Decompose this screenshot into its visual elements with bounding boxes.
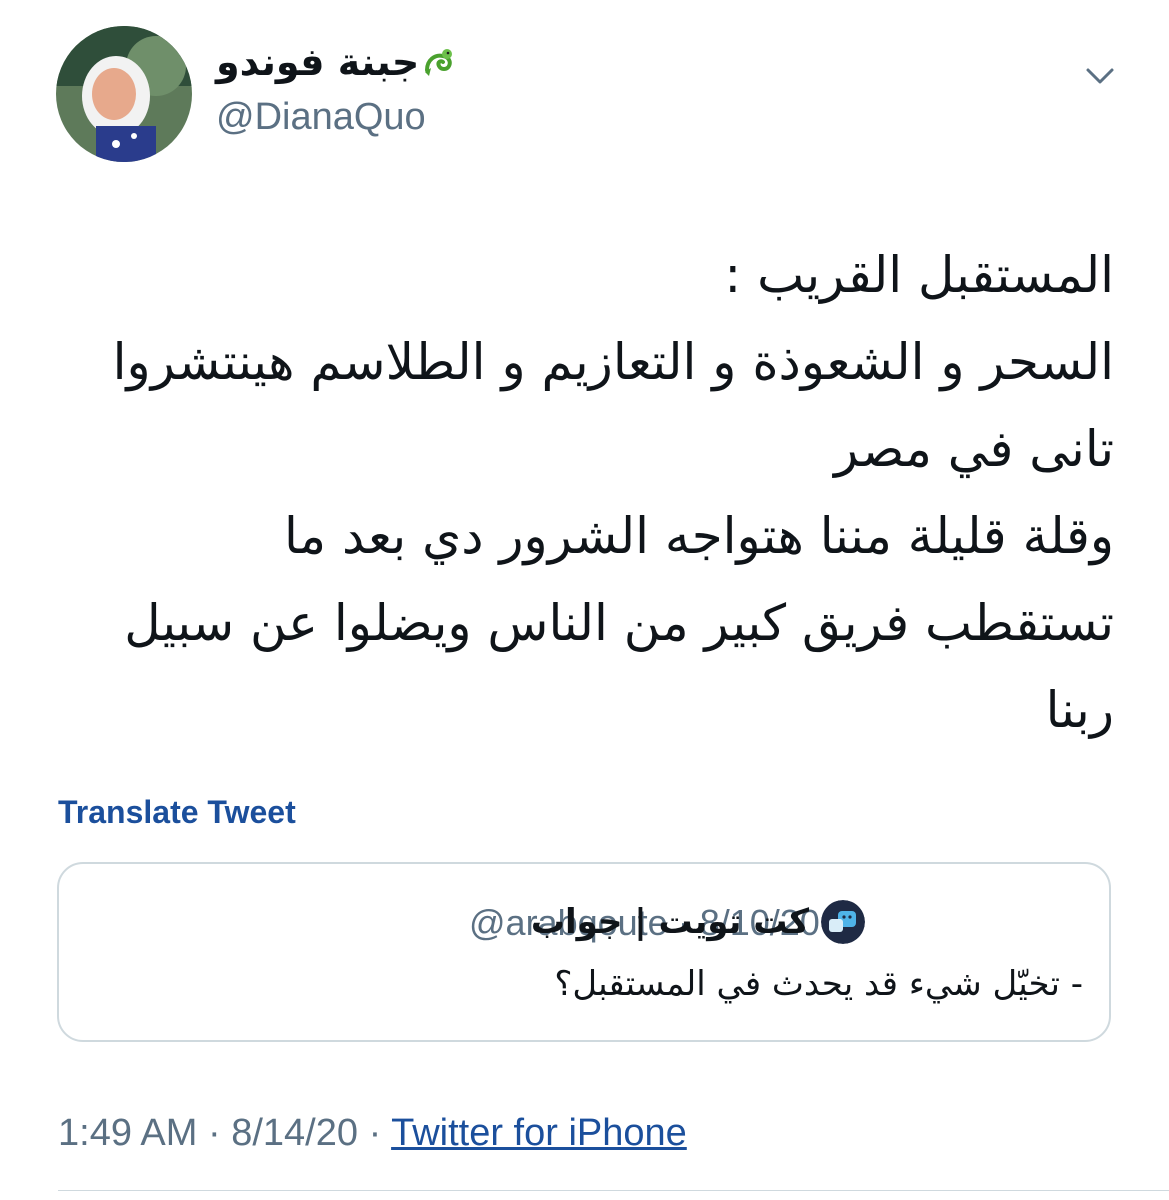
translate-tweet-link[interactable]: Translate Tweet — [58, 794, 296, 831]
tweet-time[interactable]: 1:49 AM — [58, 1112, 197, 1154]
author-avatar[interactable] — [56, 26, 192, 162]
tweet-line: تانى في مصر — [834, 420, 1114, 478]
quoted-tweet-header: كت تويت | جواب — [531, 900, 865, 944]
quoted-tweet-text: - تخيّل شيء قد يحدث في المستقبل؟ — [554, 964, 1083, 1004]
tweet-line: وقلة قليلة مننا هتواجه الشرور دي بعد ما — [284, 507, 1114, 565]
tweet-line: ربنا — [1045, 681, 1114, 739]
dragon-icon — [421, 44, 457, 80]
tweet-source-link[interactable]: Twitter for iPhone — [391, 1112, 687, 1154]
divider — [58, 1190, 1169, 1191]
author-display-name[interactable]: جبنة فوندو — [216, 40, 419, 84]
footer-separator: · — [368, 1112, 382, 1154]
tweet-line: تستقطب فريق كبير من الناس ويضلوا عن سبيل — [124, 594, 1114, 652]
footer-separator: · — [207, 1112, 221, 1154]
tweet-line: المستقبل القريب : — [724, 246, 1114, 304]
author-name-row: جبنة فوندو — [216, 40, 457, 84]
tweet-line: السحر و الشعوذة و التعازيم و الطلاسم هين… — [112, 333, 1114, 391]
quoted-tweet-card[interactable]: @arabqoute · 8/10/20 كت تويت | جواب - تخ… — [57, 862, 1111, 1042]
chevron-down-icon[interactable] — [1080, 56, 1120, 96]
quoted-avatar — [821, 900, 865, 944]
tweet-date[interactable]: 8/14/20 — [231, 1112, 358, 1154]
tweet-text: المستقبل القريب : السحر و الشعوذة و التع… — [40, 232, 1114, 754]
quoted-author-name: كت تويت | جواب — [530, 902, 809, 942]
tweet-footer: 1:49 AM · 8/14/20 · Twitter for iPhone — [58, 1112, 687, 1155]
author-handle[interactable]: @DianaQuo — [216, 96, 426, 139]
